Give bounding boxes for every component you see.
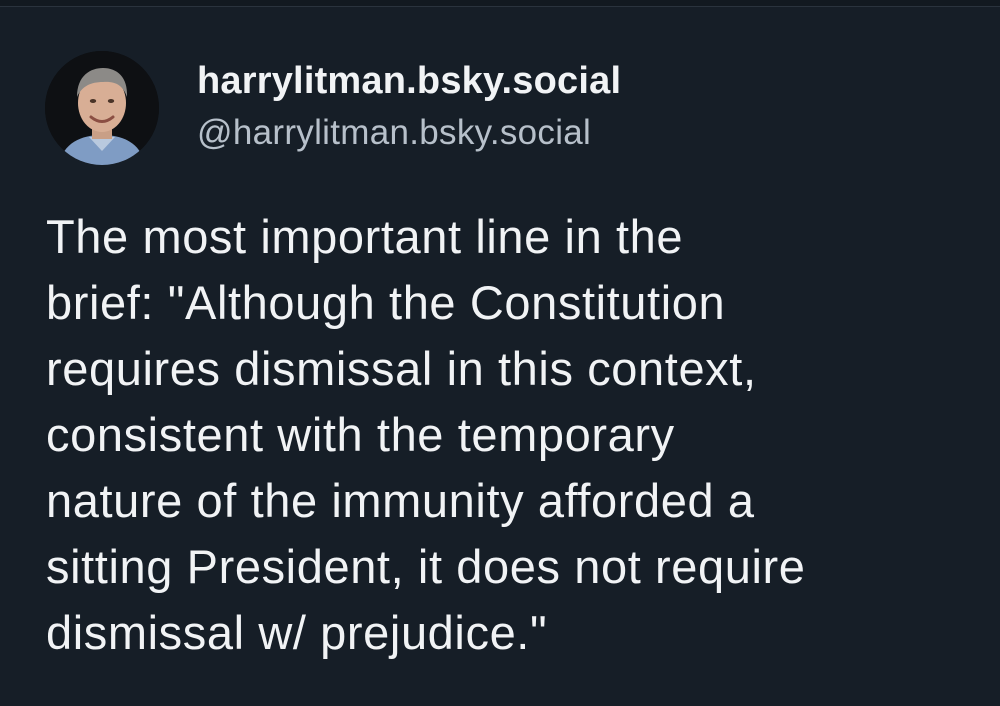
author-block[interactable]: harrylitman.bsky.social @harrylitman.bsk… <box>197 58 621 154</box>
post-card[interactable]: harrylitman.bsky.social @harrylitman.bsk… <box>0 0 1000 706</box>
post-text-line: consistent with the temporary <box>46 408 675 461</box>
post-text-line: brief: "Although the Constitution <box>46 276 726 329</box>
post-text-line: requires dismissal in this context, <box>46 342 757 395</box>
post-text-line: sitting President, it does not require <box>46 540 806 593</box>
avatar[interactable] <box>45 51 159 165</box>
post-text-line: dismissal w/ prejudice." <box>46 606 548 659</box>
post-text-line: The most important line in the <box>46 210 684 263</box>
profile-photo-icon <box>45 51 159 165</box>
handle[interactable]: @harrylitman.bsky.social <box>197 112 621 154</box>
post-text-line: nature of the immunity afforded a <box>46 474 755 527</box>
display-name[interactable]: harrylitman.bsky.social <box>197 58 621 104</box>
post-text: The most important line in the brief: "A… <box>46 204 966 666</box>
